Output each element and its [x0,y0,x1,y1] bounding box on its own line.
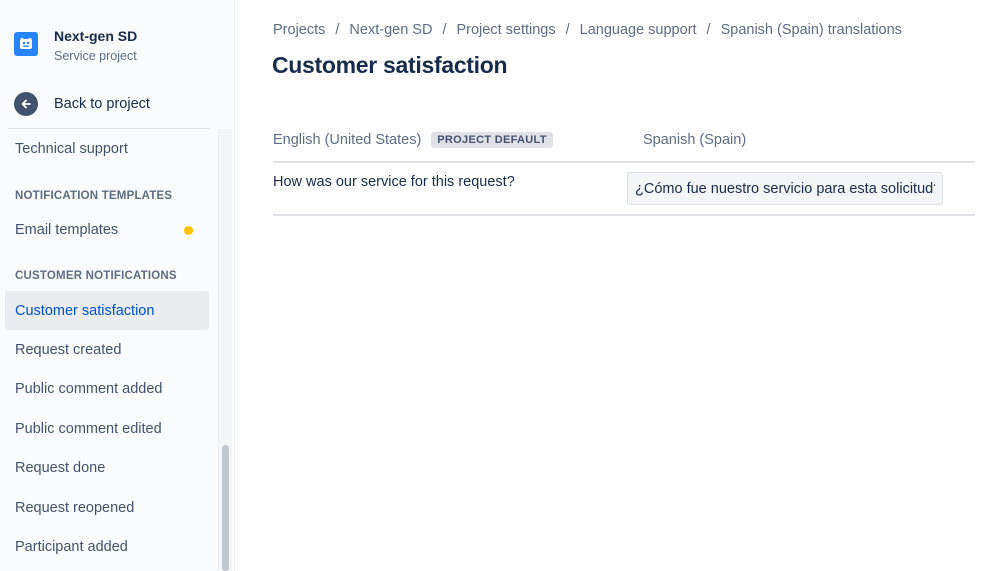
sidebar-item-technical-support[interactable]: Technical support [5,129,209,168]
sidebar-item-label: Public comment edited [15,420,162,437]
translation-input[interactable] [627,172,943,205]
breadcrumb-separator: / [706,22,711,38]
source-language-label: English (United States) [273,132,422,148]
breadcrumb-translations[interactable]: Spanish (Spain) translations [721,22,902,38]
breadcrumb-project-settings[interactable]: Project settings [456,22,555,38]
section-heading-notification-templates: NOTIFICATION TEMPLATES [15,190,173,202]
arrow-left-icon [14,92,38,116]
sidebar-item-request-done[interactable]: Request done [5,448,209,487]
sidebar-item-request-created[interactable]: Request created [5,330,209,369]
source-language-header: English (United States) PROJECT DEFAULT [273,132,553,148]
sidebar-item-label: Request done [15,459,106,476]
sidebar-item-email-templates[interactable]: Email templates [5,210,209,249]
sidebar-item-label: Technical support [15,140,128,157]
sidebar-item-label: Request reopened [15,499,135,516]
table-header-divider [273,161,975,163]
breadcrumb-separator: / [442,22,447,38]
project-name: Next-gen SD [54,28,138,44]
table-row-divider [273,214,975,216]
target-language-header: Spanish (Spain) [643,132,747,148]
sidebar-item-request-reopened[interactable]: Request reopened [5,488,209,527]
sidebar-item-customer-satisfaction[interactable]: Customer satisfaction [5,291,209,330]
sidebar-item-public-comment-added[interactable]: Public comment added [5,369,209,408]
project-header[interactable]: Next-gen SD Service project [14,28,137,64]
sidebar-scrollbar[interactable] [218,129,232,571]
sidebar-scrollbar-thumb[interactable] [222,445,229,571]
section-heading-customer-notifications: CUSTOMER NOTIFICATIONS [15,270,177,282]
sidebar-nav: Technical support NOTIFICATION TEMPLATES… [0,129,218,571]
project-avatar-icon [14,32,38,56]
source-string: How was our service for this request? [273,174,515,190]
breadcrumb: Projects / Next-gen SD / Project setting… [273,22,902,38]
sidebar-item-label: Request created [15,341,122,358]
sidebar-item-label: Participant added [15,538,128,555]
breadcrumb-projects[interactable]: Projects [273,22,325,38]
breadcrumb-separator: / [335,22,340,38]
back-to-project-link[interactable]: Back to project [14,92,150,116]
project-type: Service project [54,49,137,63]
sidebar-item-public-comment-edited[interactable]: Public comment edited [5,409,209,448]
sidebar-item-label: Public comment added [15,380,163,397]
sidebar-item-label: Email templates [15,221,119,238]
sidebar: Next-gen SD Service project Back to proj… [0,0,235,571]
project-default-badge: PROJECT DEFAULT [431,132,553,148]
breadcrumb-project[interactable]: Next-gen SD [349,22,432,38]
sidebar-item-participant-added[interactable]: Participant added [5,527,209,566]
back-to-project-label: Back to project [54,96,150,112]
breadcrumb-language-support[interactable]: Language support [580,22,697,38]
breadcrumb-separator: / [565,22,570,38]
sidebar-item-label: Customer satisfaction [15,302,155,319]
page-title: Customer satisfaction [272,52,508,78]
unsaved-changes-dot-icon [184,225,193,235]
